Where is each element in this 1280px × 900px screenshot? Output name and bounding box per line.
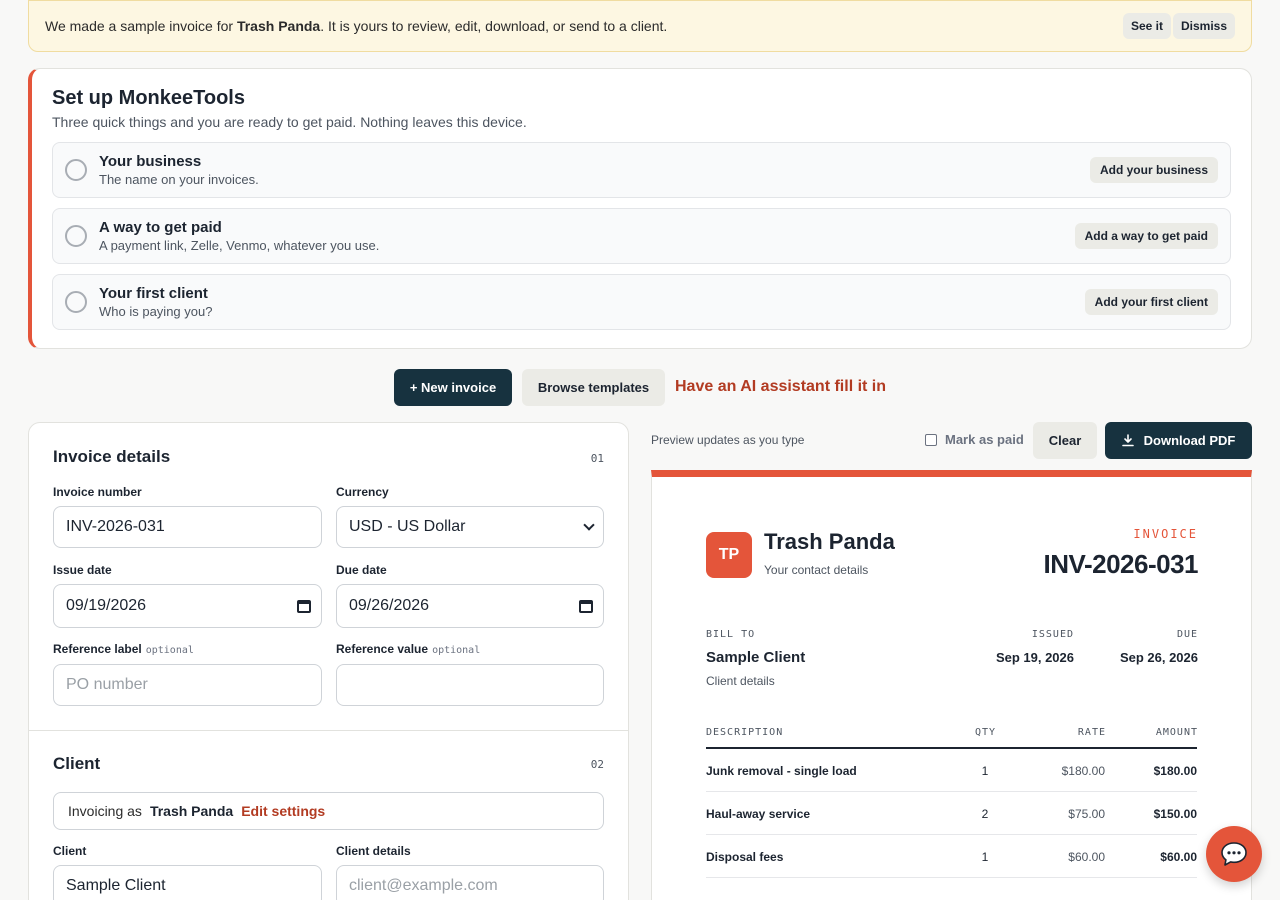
client-input[interactable]: Sample Client: [53, 865, 322, 900]
item-amount: $60.00: [1160, 850, 1197, 864]
ai-assistant-link[interactable]: Have an AI assistant fill it in: [675, 378, 886, 396]
line-item-row: Disposal fees 1 $60.00 $60.00: [706, 835, 1197, 878]
issue-date-label: Issue date: [53, 563, 112, 577]
currency-select[interactable]: USD - US Dollar: [336, 506, 604, 548]
item-rate: $180.00: [1061, 764, 1105, 778]
reference-label-label: Reference label optional: [53, 642, 194, 656]
col-qty: QTY: [975, 727, 997, 738]
setup-step-business: Your business The name on your invoices.…: [52, 142, 1231, 198]
client-section-title: Client: [53, 754, 101, 773]
add-business-button[interactable]: Add your business: [1089, 157, 1218, 183]
calendar-icon[interactable]: [297, 599, 311, 613]
due-label: DUE: [1176, 629, 1198, 640]
col-description: DESCRIPTION: [706, 727, 784, 738]
item-description: Haul-away service: [706, 807, 811, 821]
item-description: Disposal fees: [706, 850, 784, 864]
currency-value: USD - US Dollar: [349, 518, 466, 535]
line-item-row: Junk removal - single load 1 $180.00 $18…: [706, 749, 1197, 792]
edit-settings-link[interactable]: Edit settings: [241, 803, 325, 819]
download-icon: [1121, 434, 1134, 447]
col-rate: RATE: [1077, 727, 1106, 738]
step-title: Your first client: [99, 285, 208, 302]
line-item-row: Haul-away service 2 $75.00 $150.00: [706, 792, 1197, 835]
step-title: Your business: [99, 153, 202, 170]
due-date: Sep 26, 2026: [1119, 650, 1198, 665]
item-qty: 2: [981, 807, 989, 821]
dismiss-button[interactable]: Dismiss: [1172, 13, 1235, 39]
mark-as-paid-label: Mark as paid: [945, 432, 1024, 447]
invoice-details-title: Invoice details: [53, 447, 171, 466]
sample-invoice-banner: We made a sample invoice for Trash Panda…: [28, 0, 1252, 52]
step-status-circle-icon: [65, 291, 87, 313]
mark-as-paid-checkbox[interactable]: Mark as paid: [925, 432, 1024, 447]
business-logo: TP: [706, 532, 752, 578]
preview-hint: Preview updates as you type: [651, 433, 805, 447]
reference-value-label: Reference value optional: [336, 642, 481, 656]
download-pdf-label: Download PDF: [1143, 433, 1236, 448]
add-payment-button[interactable]: Add a way to get paid: [1074, 223, 1218, 249]
reference-value-input[interactable]: [336, 664, 604, 706]
invoice-preview: TP Trash Panda Your contact details INVO…: [651, 470, 1252, 900]
invoice-tag: INVOICE: [1133, 527, 1198, 541]
clear-button[interactable]: Clear: [1033, 422, 1097, 459]
due-date-input[interactable]: 09/26/2026: [336, 584, 604, 628]
step-description: Who is paying you?: [99, 304, 213, 319]
item-qty: 1: [981, 764, 989, 778]
invoicing-business-name: Trash Panda: [149, 803, 234, 819]
invoicing-as-bar: Invoicing as Trash Panda Edit settings: [53, 792, 604, 830]
issue-date-input[interactable]: 09/19/2026: [53, 584, 322, 628]
col-amount: AMOUNT: [1155, 727, 1198, 738]
setup-title: Set up MonkeeTools: [52, 87, 245, 109]
invoice-number-input[interactable]: INV-2026-031: [53, 506, 322, 548]
setup-step-client: Your first client Who is paying you? Add…: [52, 274, 1231, 330]
item-qty: 1: [981, 850, 989, 864]
step-status-circle-icon: [65, 159, 87, 181]
invoice-form: Invoice details 01 Invoice number INV-20…: [28, 422, 629, 900]
business-name: Trash Panda: [764, 529, 895, 554]
item-rate: $60.00: [1068, 850, 1105, 864]
issue-date-value: 09/19/2026: [66, 597, 147, 614]
client-details-label: Client details: [336, 844, 411, 858]
chat-bubble-icon: [1221, 842, 1247, 866]
section-number: 01: [590, 452, 604, 465]
due-date-value: 09/26/2026: [349, 597, 430, 614]
due-date-label: Due date: [336, 563, 387, 577]
invoice-number: INV-2026-031: [1043, 549, 1199, 579]
banner-message: We made a sample invoice for Trash Panda…: [45, 18, 668, 34]
browse-templates-button[interactable]: Browse templates: [522, 369, 665, 406]
chat-launcher-button[interactable]: [1206, 826, 1262, 882]
invoicing-as-label: Invoicing as: [68, 803, 142, 819]
step-description: The name on your invoices.: [99, 172, 259, 187]
see-it-button[interactable]: See it: [1122, 13, 1171, 39]
bill-to-label: BILL TO: [706, 629, 756, 640]
reference-label-input[interactable]: PO number: [53, 664, 322, 706]
calendar-icon[interactable]: [579, 599, 593, 613]
item-description: Junk removal - single load: [706, 764, 857, 778]
setup-subtitle: Three quick things and you are ready to …: [52, 114, 527, 130]
item-amount: $150.00: [1153, 807, 1197, 821]
item-rate: $75.00: [1068, 807, 1105, 821]
step-status-circle-icon: [65, 225, 87, 247]
chevron-down-icon: [583, 519, 595, 531]
add-first-client-button[interactable]: Add your first client: [1084, 289, 1218, 315]
section-divider: [29, 730, 628, 731]
setup-card: Set up MonkeeTools Three quick things an…: [28, 68, 1252, 349]
step-description: A payment link, Zelle, Venmo, whatever y…: [99, 238, 380, 253]
download-pdf-button[interactable]: Download PDF: [1105, 422, 1252, 459]
issued-date: Sep 19, 2026: [995, 650, 1074, 665]
client-details-input[interactable]: client@example.com: [336, 865, 604, 900]
checkbox-icon[interactable]: [925, 433, 937, 446]
item-amount: $180.00: [1153, 764, 1197, 778]
bill-to-details: Client details: [706, 674, 775, 688]
step-title: A way to get paid: [99, 219, 222, 236]
section-number: 02: [590, 758, 604, 771]
business-contact: Your contact details: [764, 563, 869, 577]
setup-step-payment: A way to get paid A payment link, Zelle,…: [52, 208, 1231, 264]
invoice-number-label: Invoice number: [53, 485, 142, 499]
new-invoice-button[interactable]: + New invoice: [394, 369, 512, 406]
currency-label: Currency: [336, 485, 389, 499]
client-label: Client: [53, 844, 87, 858]
bill-to-name: Sample Client: [706, 649, 806, 666]
issued-label: ISSUED: [1031, 629, 1074, 640]
